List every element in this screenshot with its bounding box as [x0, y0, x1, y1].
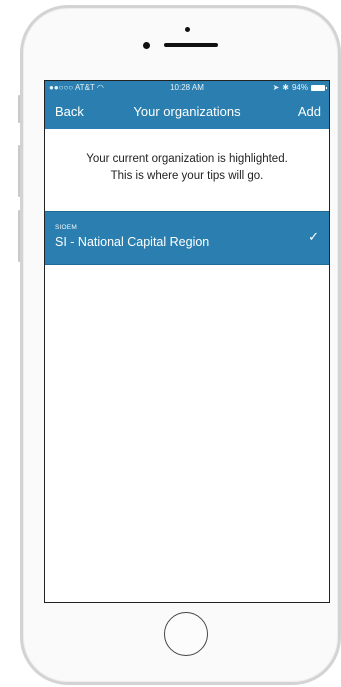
- bluetooth-icon: ✱: [282, 83, 289, 92]
- location-icon: ➤: [272, 83, 280, 92]
- intro-line-2: This is where your tips will go.: [110, 170, 264, 182]
- page-title: Your organizations: [133, 104, 241, 119]
- battery-icon: [311, 85, 327, 91]
- organization-row-selected[interactable]: SIOEM SI - National Capital Region ✓: [45, 211, 329, 265]
- intro-message: Your current organization is highlighted…: [45, 129, 329, 211]
- navigation-header: ●●○○○ AT&T ◠ 10:28 AM ➤ ✱ 94% Back Your …: [45, 81, 329, 129]
- front-camera: [185, 27, 190, 32]
- earpiece-speaker: [164, 43, 218, 47]
- navbar: Back Your organizations Add: [45, 95, 329, 129]
- add-button[interactable]: Add: [298, 95, 321, 129]
- app-screen: ●●○○○ AT&T ◠ 10:28 AM ➤ ✱ 94% Back Your …: [44, 80, 330, 603]
- home-button[interactable]: [164, 612, 208, 656]
- battery-percent: 94%: [291, 83, 308, 92]
- organization-code: SIOEM: [55, 224, 77, 231]
- checkmark-icon: ✓: [308, 229, 319, 244]
- device-mockup: ●●○○○ AT&T ◠ 10:28 AM ➤ ✱ 94% Back Your …: [0, 0, 341, 687]
- proximity-sensor: [143, 42, 150, 49]
- status-right: ➤ ✱ 94%: [272, 81, 327, 95]
- status-bar: ●●○○○ AT&T ◠ 10:28 AM ➤ ✱ 94%: [45, 81, 329, 95]
- organization-name: SI - National Capital Region: [55, 235, 210, 249]
- intro-line-1: Your current organization is highlighted…: [86, 153, 288, 165]
